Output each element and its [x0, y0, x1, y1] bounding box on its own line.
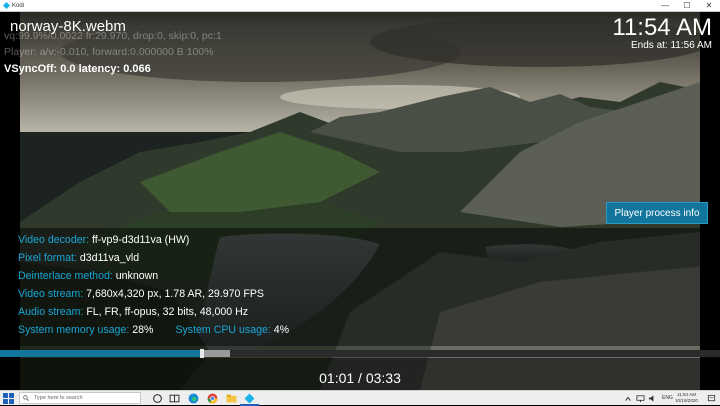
debug-queue-line: vq:99.9%/0.0022 fr:29.970, drop:0, skip:… [4, 30, 222, 42]
info-system-usage: System memory usage: 28% System CPU usage… [18, 324, 290, 336]
chrome-icon[interactable] [207, 393, 218, 404]
seek-bar[interactable] [0, 349, 720, 358]
player-process-info-button[interactable]: Player process info [606, 202, 708, 224]
maximize-button[interactable]: ☐ [676, 0, 698, 12]
edge-icon[interactable] [188, 393, 199, 404]
input-language[interactable]: ENG [662, 391, 673, 405]
taskbar-clock[interactable]: 11:54 AM 10/19/2020 [675, 392, 698, 404]
kodi-taskbar-icon[interactable] [244, 393, 255, 404]
seek-progress [0, 350, 202, 357]
info-deinterlace: Deinterlace method: unknown [18, 270, 159, 282]
debug-player-line: Player: a/v:-0.010, forward:0.000000 B 1… [4, 46, 214, 58]
cortana-icon[interactable] [152, 393, 163, 404]
file-explorer-icon[interactable] [226, 393, 237, 404]
close-button[interactable]: ✕ [698, 0, 720, 12]
info-video-stream: Video stream: 7,680x4,320 px, 1.78 AR, 2… [18, 288, 264, 300]
window-title: Kodi [12, 3, 25, 9]
task-view-icon[interactable] [169, 393, 180, 404]
windows-start-icon[interactable] [3, 393, 14, 404]
ends-at: Ends at: 11:56 AM [631, 40, 712, 51]
volume-icon[interactable] [648, 394, 657, 403]
info-video-decoder: Video decoder: ff-vp9-d3d11va (HW) [18, 234, 190, 246]
taskbar-search-input[interactable]: Type here to search [19, 392, 141, 404]
minimize-button[interactable]: — [654, 0, 676, 12]
windows-taskbar: Type here to search ENG 11:54 AM 10/19/2… [0, 390, 720, 406]
video-player[interactable]: norway-8K.webm vq:99.9%/0.0022 fr:29.970… [0, 12, 720, 390]
player-process-info-panel: Video decoder: ff-vp9-d3d11va (HW) Pixel… [0, 228, 720, 346]
notification-icon[interactable] [707, 394, 716, 403]
info-audio-stream: Audio stream: FL, FR, ff-opus, 32 bits, … [18, 306, 249, 318]
playback-time: 01:01 / 03:33 [319, 370, 401, 386]
network-icon[interactable] [636, 394, 645, 403]
window-titlebar: Kodi — ☐ ✕ [0, 0, 720, 12]
seek-handle[interactable] [199, 349, 204, 358]
debug-vsync-line: VSyncOff: 0.0 latency: 0.066 [4, 63, 151, 75]
search-icon [23, 395, 29, 401]
info-pixel-format: Pixel format: d3d11va_vld [18, 252, 140, 264]
clock: 11:54 AM [612, 14, 712, 41]
kodi-icon [3, 2, 10, 9]
chevron-up-icon[interactable] [624, 395, 632, 403]
